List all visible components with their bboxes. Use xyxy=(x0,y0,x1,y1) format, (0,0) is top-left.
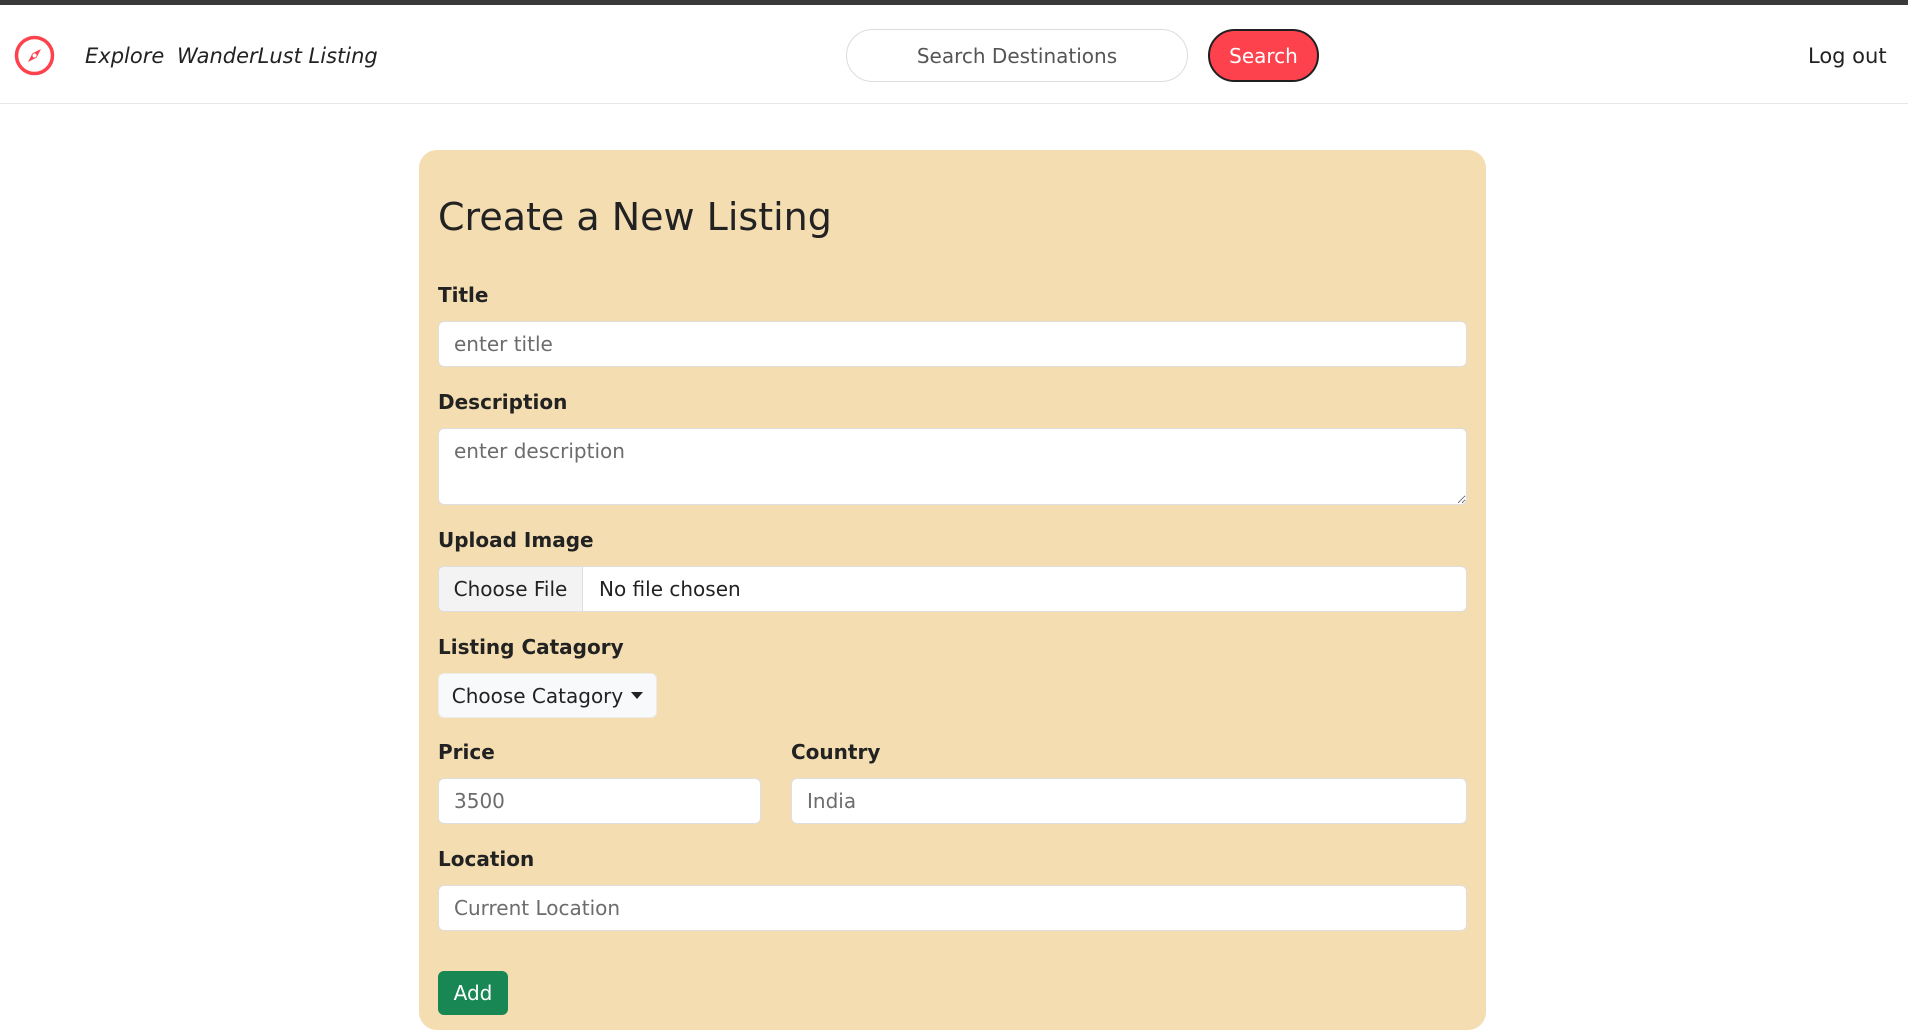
country-label: Country xyxy=(791,740,881,764)
nav-listing-link[interactable]: WanderLust Listing xyxy=(177,44,378,69)
nav-explore-link[interactable]: Explore xyxy=(85,44,164,69)
price-input[interactable] xyxy=(438,778,761,824)
compass-icon[interactable] xyxy=(14,35,55,76)
description-textarea[interactable] xyxy=(438,428,1467,505)
choose-file-button[interactable]: Choose File xyxy=(439,567,583,611)
upload-image-label: Upload Image xyxy=(438,528,594,552)
price-label: Price xyxy=(438,740,495,764)
caret-down-icon xyxy=(631,692,644,699)
add-button[interactable]: Add xyxy=(438,971,508,1015)
navbar: Explore WanderLust Listing Search Log ou… xyxy=(0,5,1908,104)
category-label: Listing Catagory xyxy=(438,635,624,659)
title-label: Title xyxy=(438,283,489,307)
search-button[interactable]: Search xyxy=(1208,29,1319,82)
description-label: Description xyxy=(438,390,568,414)
file-input[interactable]: Choose File No file chosen xyxy=(438,566,1467,612)
file-status: No file chosen xyxy=(599,577,741,601)
country-input[interactable] xyxy=(791,778,1467,824)
category-dropdown-label: Choose Catagory xyxy=(451,683,624,708)
page-title: Create a New Listing xyxy=(438,195,832,239)
title-input[interactable] xyxy=(438,321,1467,367)
location-label: Location xyxy=(438,847,535,871)
category-dropdown-button[interactable]: Choose Catagory xyxy=(438,673,657,718)
search-input[interactable] xyxy=(846,29,1188,82)
logout-link[interactable]: Log out xyxy=(1808,44,1887,69)
location-input[interactable] xyxy=(438,885,1467,931)
